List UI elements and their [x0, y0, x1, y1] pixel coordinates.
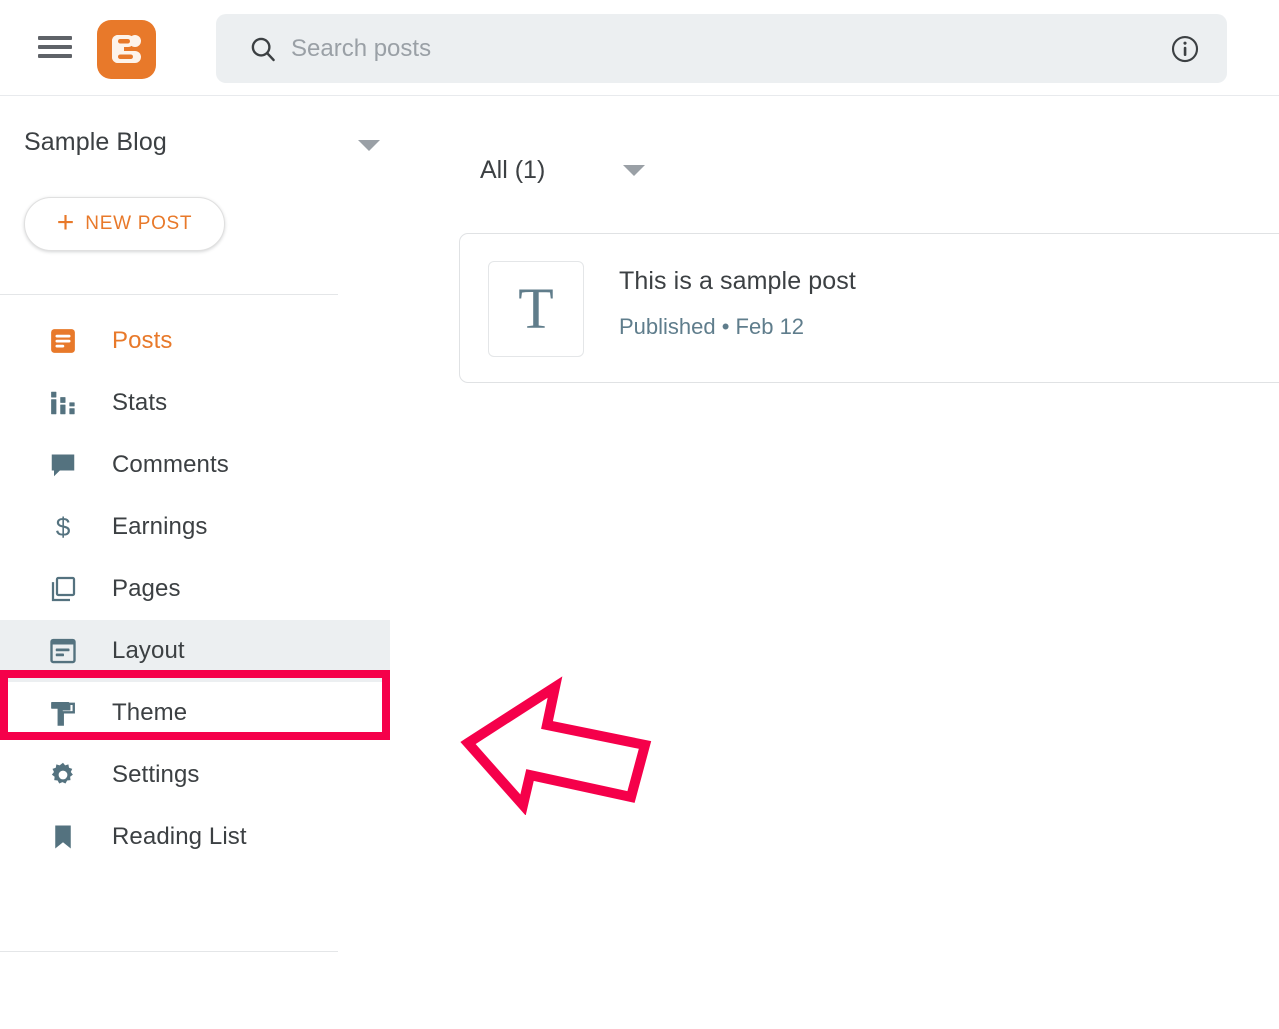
chevron-down-icon[interactable]	[623, 164, 646, 176]
bookmark-icon	[46, 820, 80, 854]
sidebar-item-label: Settings	[112, 761, 200, 788]
pages-icon	[46, 572, 80, 606]
sidebar-item-comments[interactable]: Comments	[0, 434, 390, 496]
hamburger-bar	[38, 36, 72, 40]
post-title: This is a sample post	[619, 267, 856, 295]
plus-icon: +	[56, 205, 75, 239]
blogger-logo-icon[interactable]	[97, 20, 156, 79]
main-content: All (1) T This is a sample post Publishe…	[422, 96, 1279, 1029]
blogger-b-glyph	[112, 35, 141, 63]
sidebar-item-label: Stats	[112, 389, 168, 416]
sidebar-item-pages[interactable]: Pages	[0, 558, 390, 620]
sidebar-divider-bottom	[0, 951, 338, 952]
sidebar-item-label: Pages	[112, 575, 181, 602]
sidebar-item-settings[interactable]: Settings	[0, 744, 390, 806]
sidebar: Sample Blog + NEW POST Posts Stats Comme…	[0, 96, 422, 1029]
posts-icon	[46, 324, 80, 358]
layout-icon	[46, 634, 80, 668]
chevron-down-icon[interactable]	[358, 140, 380, 151]
earnings-icon: $	[46, 510, 80, 544]
sidebar-item-label: Comments	[112, 451, 229, 478]
hamburger-bar	[38, 54, 72, 58]
hamburger-bar	[38, 45, 72, 49]
sidebar-nav: Posts Stats Comments $ Earnings Pages La…	[0, 310, 390, 868]
top-bar	[0, 0, 1279, 96]
post-meta: Published • Feb 12	[619, 314, 805, 339]
search-input[interactable]	[291, 14, 1151, 83]
app-root: Sample Blog + NEW POST Posts	[0, 0, 1279, 1029]
post-filter-label: All (1)	[480, 155, 546, 184]
info-icon[interactable]	[1170, 34, 1200, 69]
theme-icon	[46, 696, 80, 730]
svg-text:$: $	[56, 512, 71, 542]
search-icon	[248, 34, 278, 69]
sidebar-item-label: Theme	[112, 699, 188, 726]
blog-selector[interactable]: Sample Blog	[0, 118, 400, 168]
sidebar-item-layout[interactable]: Layout	[0, 620, 390, 682]
blog-name: Sample Blog	[24, 128, 167, 156]
stats-icon	[46, 386, 80, 420]
sidebar-item-theme[interactable]: Theme	[0, 682, 390, 744]
hamburger-menu-icon[interactable]	[38, 33, 72, 61]
sidebar-item-label: Earnings	[112, 513, 208, 540]
sidebar-item-reading-list[interactable]: Reading List	[0, 806, 390, 868]
comments-icon	[46, 448, 80, 482]
sidebar-item-label: Layout	[112, 637, 185, 664]
sidebar-item-label: Reading List	[112, 823, 247, 850]
search-bar[interactable]	[216, 14, 1227, 83]
post-thumbnail-letter: T	[518, 276, 554, 341]
post-list-item[interactable]: T This is a sample post Published • Feb …	[459, 233, 1279, 383]
post-thumbnail: T	[488, 261, 584, 357]
new-post-button[interactable]: + NEW POST	[24, 197, 225, 251]
sidebar-item-stats[interactable]: Stats	[0, 372, 390, 434]
sidebar-item-label: Posts	[112, 327, 173, 354]
settings-gear-icon	[46, 758, 80, 792]
post-filter-dropdown[interactable]: All (1)	[480, 148, 646, 192]
sidebar-item-earnings[interactable]: $ Earnings	[0, 496, 390, 558]
sidebar-item-posts[interactable]: Posts	[0, 310, 390, 372]
sidebar-divider-top	[0, 294, 338, 295]
new-post-label: NEW POST	[85, 213, 193, 234]
